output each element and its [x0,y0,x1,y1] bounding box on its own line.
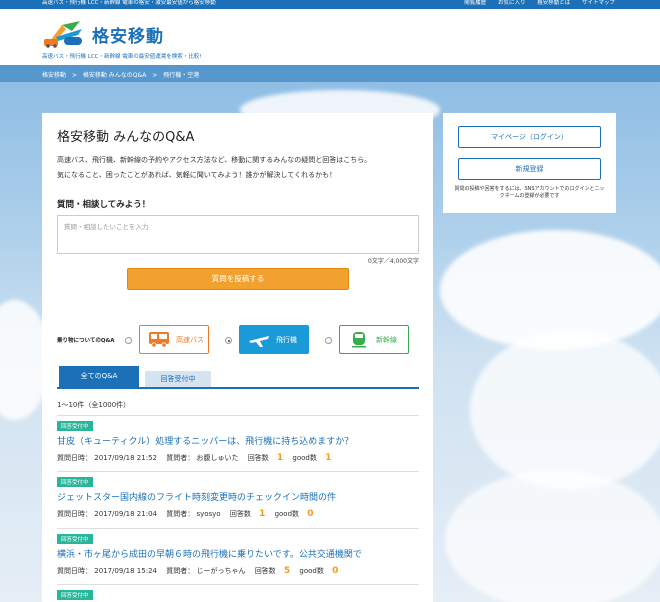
login-note: 質問の投稿や回答をするには、SNSアカウントでのログインとニックネームの登録が必… [454,186,605,199]
bus-icon [149,332,169,348]
question-meta: 質問日時： 2017/09/18 15:24 質問者： じーがっちゃん 回答数 … [57,566,419,576]
question-title-link[interactable]: ジェットスター国内線のフライト時刻変更時のチェックイン時間の件 [57,490,419,503]
date-label: 質問日時： [57,567,92,575]
transport-filter-label: 乗り物についてのQ&A [57,338,115,344]
post-question-button[interactable]: 質問を投稿する [127,268,349,290]
transport-label: 新幹線 [376,336,397,344]
breadcrumb-qa[interactable]: 格安移動 みんなのQ&A [83,72,146,79]
good-label: good数 [292,454,317,462]
good-label: good数 [299,567,324,575]
description-line: 気になること、困ったことがあれば、気軽に聞いてみよう！誰かが解決してくれるかも！ [57,171,337,179]
status-badge: 回答受付中 [57,534,93,544]
breadcrumb-home[interactable]: 格安移動 [42,72,66,79]
page-description: 高速バス、飛行機、新幹線の予約やアクセス方法など、移動に関するみんなの疑問と回答… [57,153,427,183]
transport-label: 高速バス [176,336,204,344]
site-header: 格安移動 高速バス・飛行機 LCC・新幹線 電車の最安値運賃を検索・比較! [0,9,660,65]
tab-all-qa[interactable]: 全てのQ&A [59,366,139,387]
top-link-sitemap[interactable]: サイトマップ [582,0,615,6]
register-button[interactable]: 新規登録 [458,158,601,180]
char-counter: 0文字／4,000文字 [368,258,419,265]
breadcrumb: 格安移動 > 格安移動 みんなのQ&A > 飛行機・空港 [42,70,199,79]
radio-airplane[interactable] [225,337,232,344]
transport-button-shinkansen[interactable]: 新幹線 [339,325,409,354]
top-link-favorites[interactable]: お気に入り [498,0,526,6]
logo-icon[interactable] [42,19,86,49]
radio-bus[interactable] [125,337,132,344]
date-label: 質問日時： [57,454,92,462]
transport-button-bus[interactable]: 高速バス [139,325,209,354]
asker-name: syosyo [196,510,221,518]
status-badge: 回答受付中 [57,590,93,600]
tab-underline [57,387,419,389]
question-item: 回答受付中 ジェットスター国内線のフライト時刻変更時のチェックイン時間の件 質問… [57,477,419,519]
question-title-link[interactable]: 横浜・市ヶ尾から成田の早朝６時の飛行機に乗りたいです。公共交通機関で [57,547,419,560]
asker-label: 質問者： [166,567,195,575]
tab-open-qa[interactable]: 回答受付中 [145,371,211,387]
question-title-link[interactable]: 甘皮（キューティクル）処理するニッパーは、飛行機に持ち込めますか？ [57,434,419,447]
question-date: 2017/09/18 15:24 [94,567,157,575]
answers-count: 5 [283,566,291,576]
top-links: 閲覧履歴 お気に入り 格安移動とは サイトマップ [454,0,615,7]
question-input[interactable]: 質問・相談したいことを入力 [57,215,419,254]
divider [57,528,419,529]
answers-label: 回答数 [229,510,251,518]
good-label: good数 [274,510,300,518]
question-input-placeholder: 質問・相談したいことを入力 [64,223,149,231]
good-count: 0 [307,509,314,519]
breadcrumb-current: 飛行機・空港 [163,72,200,79]
login-panel: マイページ（ログイン） 新規登録 質問の投稿や回答をするには、SNSアカウントで… [443,113,616,213]
logo-text[interactable]: 格安移動 [92,22,164,47]
main-panel: 格安移動 みんなのQ&A 高速バス、飛行機、新幹線の予約やアクセス方法など、移動… [42,113,433,602]
asker-name: お腹しゅいた [196,454,239,462]
question-meta: 質問日時： 2017/09/18 21:52 質問者： お腹しゅいた 回答数 1… [57,453,419,463]
transport-button-airplane[interactable]: 飛行機 [239,325,309,354]
divider [57,471,419,472]
asker-label: 質問者： [166,510,195,518]
top-bar-text: 高速バス・飛行機 LCC・新幹線 電車の格安・激安最安値から格安移動 [42,0,216,6]
status-badge: 回答受付中 [57,421,93,431]
answers-count: 1 [259,509,266,519]
page-title: 格安移動 みんなのQ&A [57,130,195,145]
divider [57,584,419,585]
question-item: 回答受付中 甘皮（キューティクル）処理するニッパーは、飛行機に持ち込めますか？ … [57,421,419,463]
result-count: 1〜10件（全1000件） [57,401,131,409]
top-link-about[interactable]: 格安移動とは [537,0,570,6]
mypage-login-button[interactable]: マイページ（ログイン） [458,126,601,148]
good-count: 0 [332,566,339,576]
shinkansen-icon [352,332,366,348]
question-date: 2017/09/18 21:52 [94,454,157,462]
question-item: 回答受付中 [57,590,419,600]
asker-label: 質問者： [166,454,195,462]
breadcrumb-separator: > [152,72,158,79]
radio-shinkansen[interactable] [325,337,332,344]
divider [57,415,419,416]
answers-count: 1 [276,453,284,463]
asker-name: じーがっちゃん [196,567,246,575]
airplane-icon [249,336,269,347]
background-cloud [470,330,660,490]
answers-label: 回答数 [254,567,276,575]
ask-heading: 質問・相談してみよう！ [57,200,151,210]
question-date: 2017/09/18 21:04 [94,510,157,518]
background-cloud [445,470,660,602]
header-tagline: 高速バス・飛行機 LCC・新幹線 電車の最安値運賃を検索・比較! [42,54,202,60]
top-link-history[interactable]: 閲覧履歴 [464,0,486,6]
breadcrumb-separator: > [71,72,77,79]
top-bar: 高速バス・飛行機 LCC・新幹線 電車の格安・激安最安値から格安移動 閲覧履歴 … [0,0,660,9]
question-item: 回答受付中 横浜・市ヶ尾から成田の早朝６時の飛行機に乗りたいです。公共交通機関で… [57,534,419,576]
transport-label: 飛行機 [276,336,297,344]
date-label: 質問日時： [57,510,92,518]
question-meta: 質問日時： 2017/09/18 21:04 質問者： syosyo 回答数 1… [57,509,419,519]
good-count: 1 [325,453,332,463]
status-badge: 回答受付中 [57,477,93,487]
answers-label: 回答数 [247,454,269,462]
description-line: 高速バス、飛行機、新幹線の予約やアクセス方法など、移動に関するみんなの疑問と回答… [57,156,372,164]
